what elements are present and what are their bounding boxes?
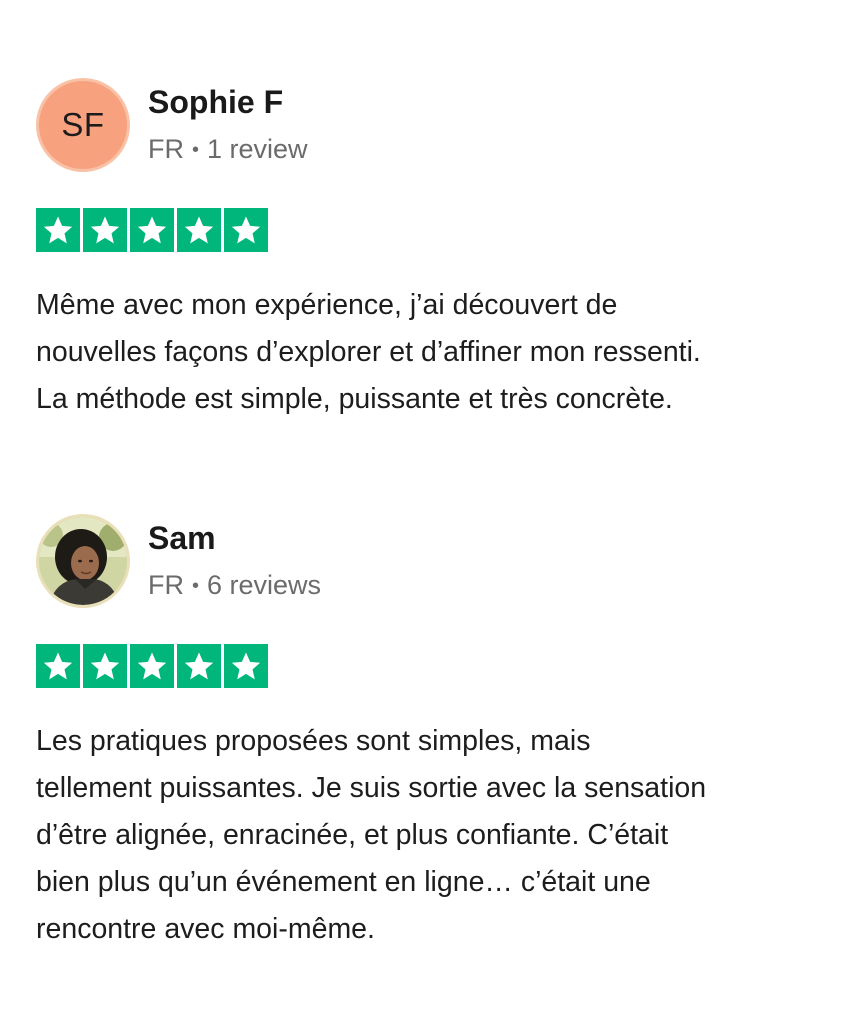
review-text: Même avec mon expérience, j’ai découvert…	[36, 282, 826, 423]
review-header: Sam FR • 6 reviews	[36, 514, 826, 610]
review-text-line: La méthode est simple, puissante et très…	[36, 383, 673, 415]
review-card: Sam FR • 6 reviews Les pratiques proposées…	[36, 514, 826, 953]
review-text-line: Même avec mon expérience, j’ai découvert…	[36, 289, 618, 321]
avatar[interactable]: SF	[36, 78, 130, 172]
review-text-line: nouvelles façons d’explorer et d’affiner…	[36, 336, 701, 368]
reviewer-info: FR • 6 reviews	[148, 568, 321, 605]
separator-dot: •	[192, 575, 200, 597]
reviewer-review-count: 6 reviews	[207, 570, 322, 600]
reviewer-info: FR • 1 review	[148, 132, 308, 169]
reviewer-name[interactable]: Sam	[148, 518, 321, 558]
review-card: SF Sophie F FR • 1 review Même avec mon ex…	[36, 78, 826, 423]
reviewer-country: FR	[148, 134, 184, 164]
star-icon	[177, 208, 221, 252]
review-text-line: d’être alignée, enracinée, et plus confi…	[36, 819, 669, 851]
star-icon	[224, 208, 268, 252]
star-icon	[36, 208, 80, 252]
review-text-line: tellement puissantes. Je suis sortie ave…	[36, 772, 707, 804]
separator-dot: •	[192, 139, 200, 161]
review-text-line: bien plus qu’un événement en ligne… c’ét…	[36, 866, 651, 898]
avatar-photo	[39, 517, 127, 605]
reviewer-review-count: 1 review	[207, 134, 308, 164]
star-rating	[36, 644, 826, 688]
star-icon	[224, 644, 268, 688]
avatar[interactable]	[36, 514, 130, 608]
review-text-line: rencontre avec moi-même.	[36, 913, 375, 945]
reviewer-name[interactable]: Sophie F	[148, 82, 308, 122]
star-icon	[177, 644, 221, 688]
reviewer-meta: Sam FR • 6 reviews	[148, 514, 321, 605]
reviewer-country: FR	[148, 570, 184, 600]
star-icon	[83, 208, 127, 252]
review-header: SF Sophie F FR • 1 review	[36, 78, 826, 174]
reviewer-meta: Sophie F FR • 1 review	[148, 78, 308, 169]
review-text-line: Les pratiques proposées sont simples, ma…	[36, 725, 591, 757]
star-icon	[130, 644, 174, 688]
star-icon	[36, 644, 80, 688]
star-icon	[130, 208, 174, 252]
star-icon	[83, 644, 127, 688]
star-rating	[36, 208, 826, 252]
review-text: Les pratiques proposées sont simples, ma…	[36, 718, 826, 953]
